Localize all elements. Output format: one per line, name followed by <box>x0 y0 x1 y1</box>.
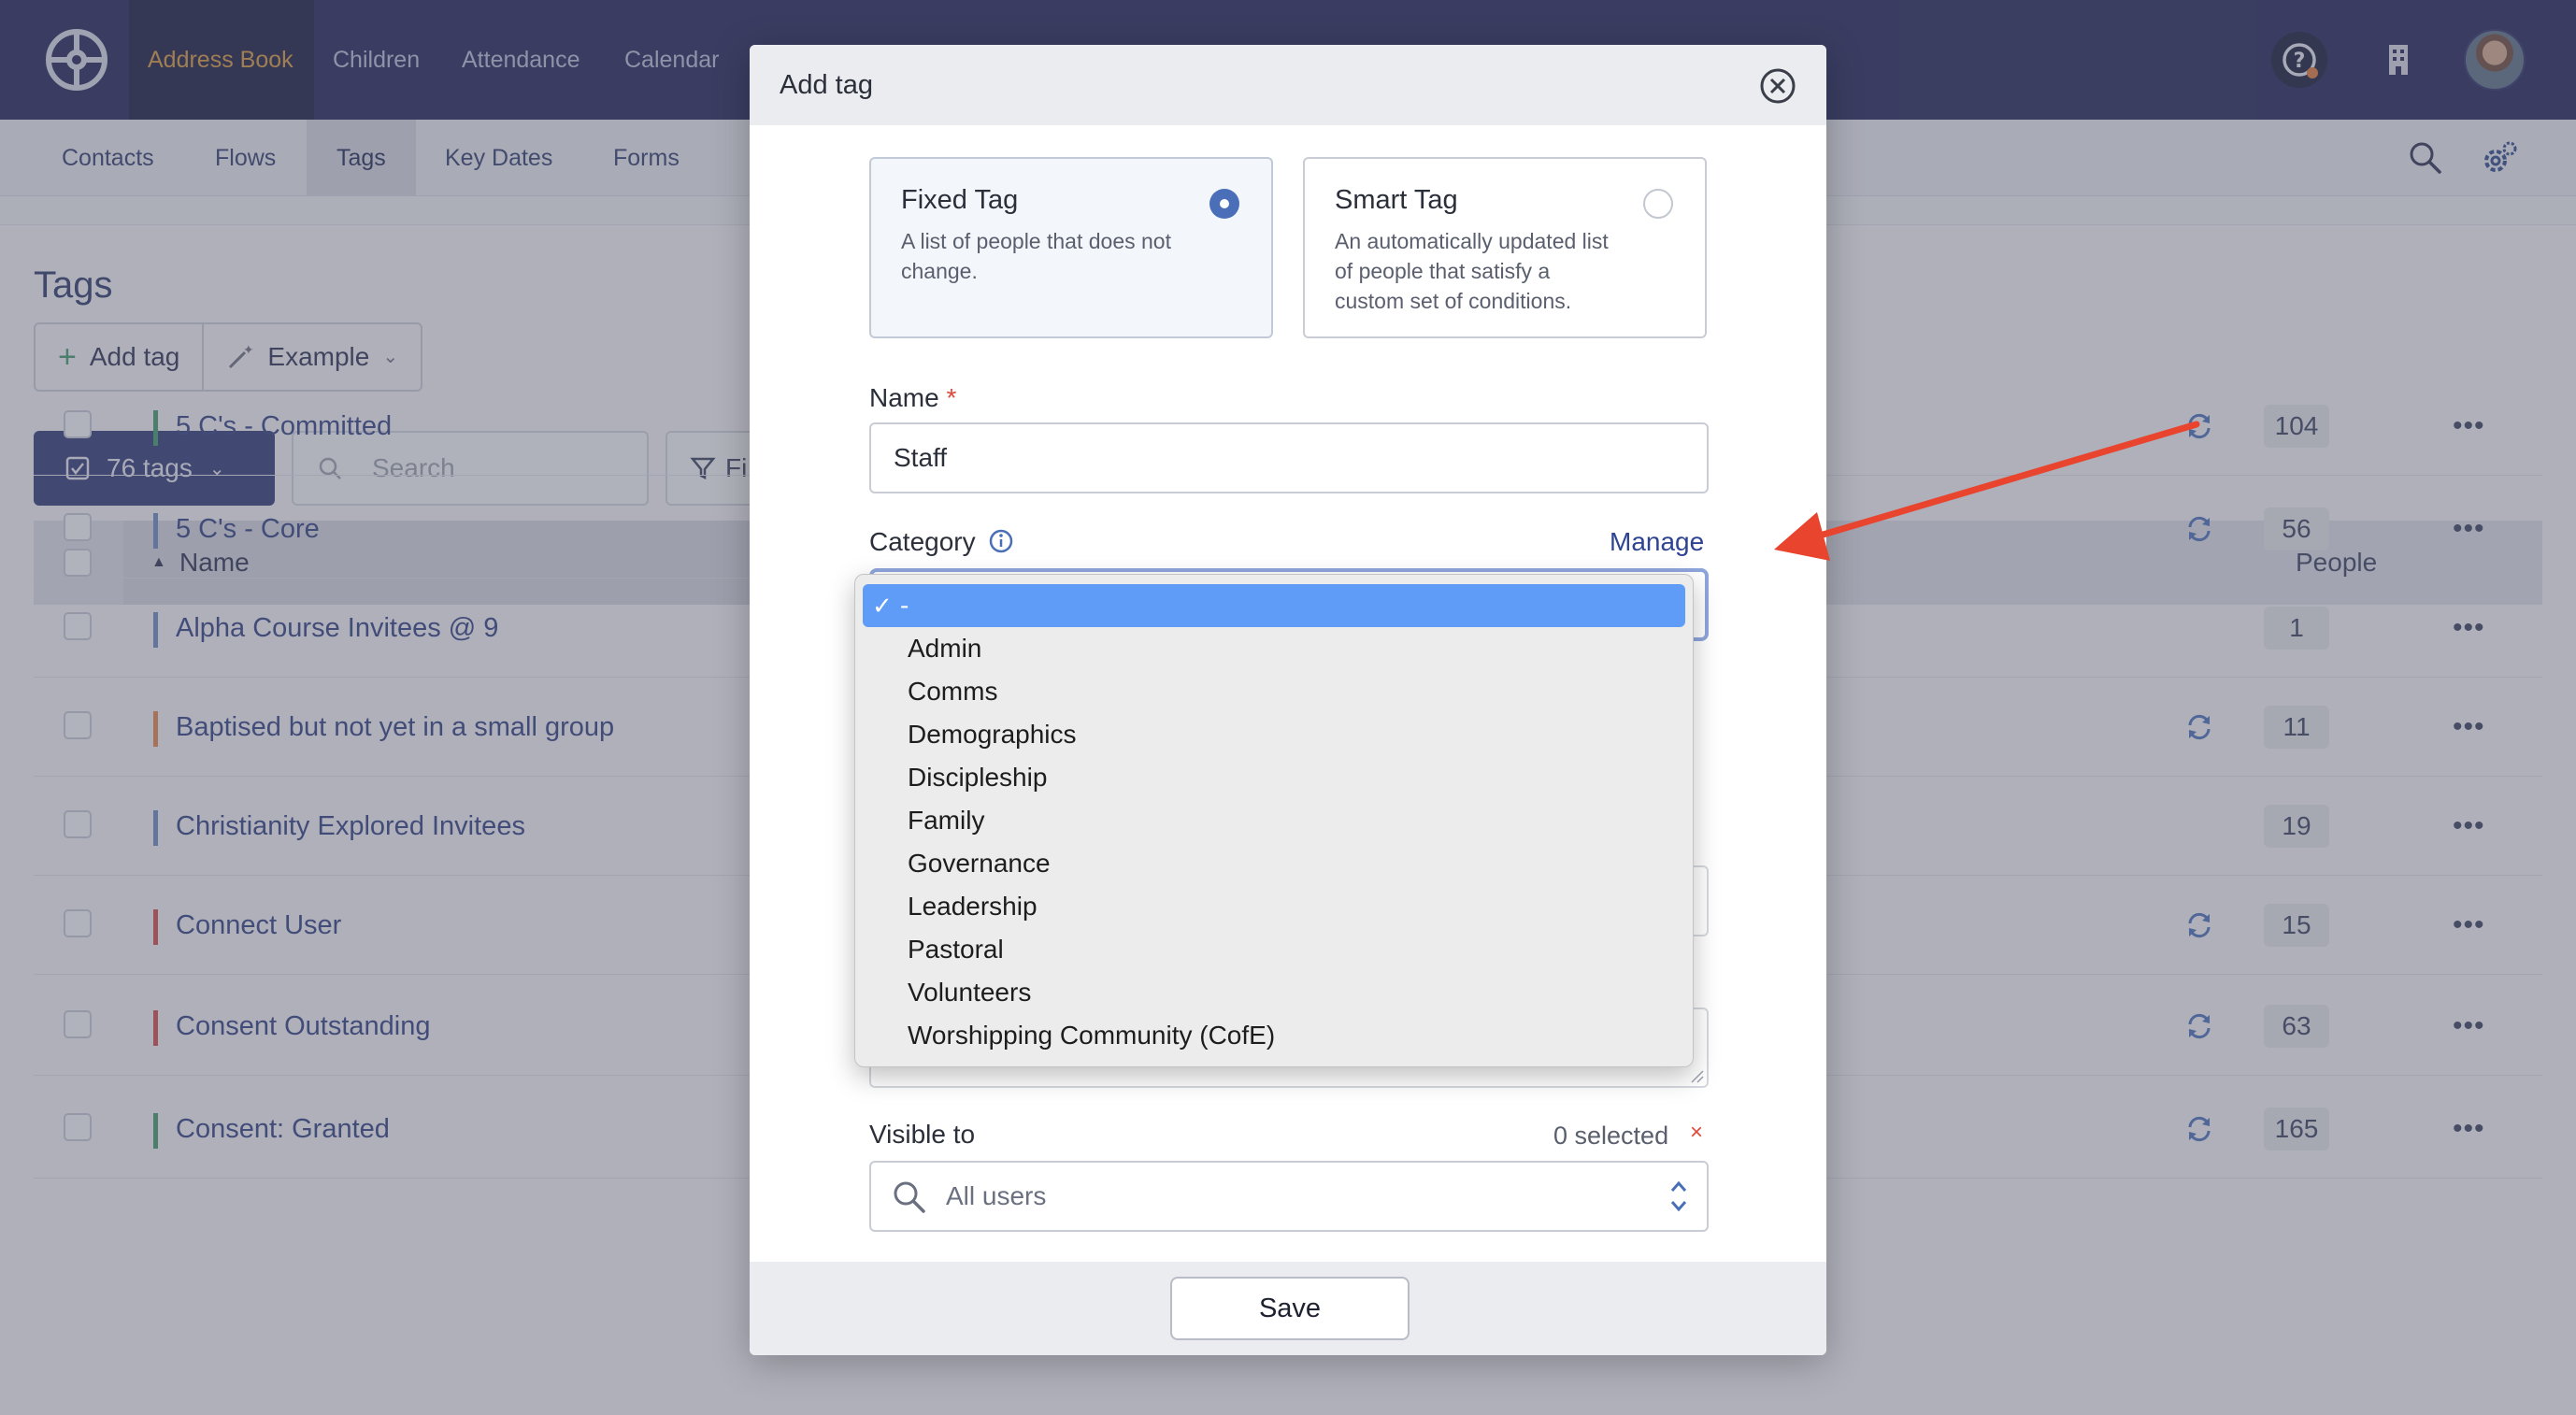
required-mark: * <box>946 383 957 412</box>
category-option[interactable]: ✓ - <box>863 584 1685 627</box>
manage-categories-link[interactable]: Manage <box>1610 527 1704 557</box>
category-option[interactable]: Pastoral <box>863 928 1685 971</box>
stepper-icon[interactable] <box>1667 1178 1690 1215</box>
category-option[interactable]: Demographics <box>863 713 1685 756</box>
fixed-tag-radio[interactable] <box>1209 189 1239 219</box>
category-dropdown: ✓ - Admin Comms Demographics Discipleship Fami… <box>854 574 1694 1067</box>
close-icon[interactable] <box>1759 67 1796 105</box>
category-option[interactable]: Admin <box>863 627 1685 670</box>
category-option[interactable]: Governance <box>863 842 1685 885</box>
category-label: Category <box>869 527 1014 557</box>
search-icon <box>894 1181 925 1213</box>
category-option[interactable]: Volunteers <box>863 971 1685 1014</box>
visible-to-select[interactable]: All users <box>869 1161 1709 1232</box>
name-field[interactable]: Staff <box>869 422 1709 493</box>
modal-header: Add tag <box>750 45 1826 125</box>
visible-to-label: Visible to <box>869 1120 976 1149</box>
resize-handle-icon[interactable] <box>1688 1067 1705 1084</box>
category-option[interactable]: Family <box>863 799 1685 842</box>
smart-tag-option[interactable]: Smart Tag An automatically updated list … <box>1303 157 1707 338</box>
modal-footer: Save <box>750 1262 1826 1355</box>
category-option[interactable]: Discipleship <box>863 756 1685 799</box>
category-option[interactable]: Leadership <box>863 885 1685 928</box>
clear-selection-icon[interactable]: × <box>1690 1120 1703 1146</box>
selected-count: 0 selected <box>1553 1122 1669 1150</box>
category-option[interactable]: Worshipping Community (CofE) <box>863 1014 1685 1057</box>
check-icon: ✓ <box>872 592 893 620</box>
modal-title: Add tag <box>780 70 873 100</box>
smart-tag-radio[interactable] <box>1643 189 1673 219</box>
info-icon[interactable] <box>988 528 1014 554</box>
fixed-tag-option[interactable]: Fixed Tag A list of people that does not… <box>869 157 1273 338</box>
save-button[interactable]: Save <box>1170 1277 1410 1340</box>
name-label: Name * <box>869 383 957 412</box>
category-option[interactable]: Comms <box>863 670 1685 713</box>
